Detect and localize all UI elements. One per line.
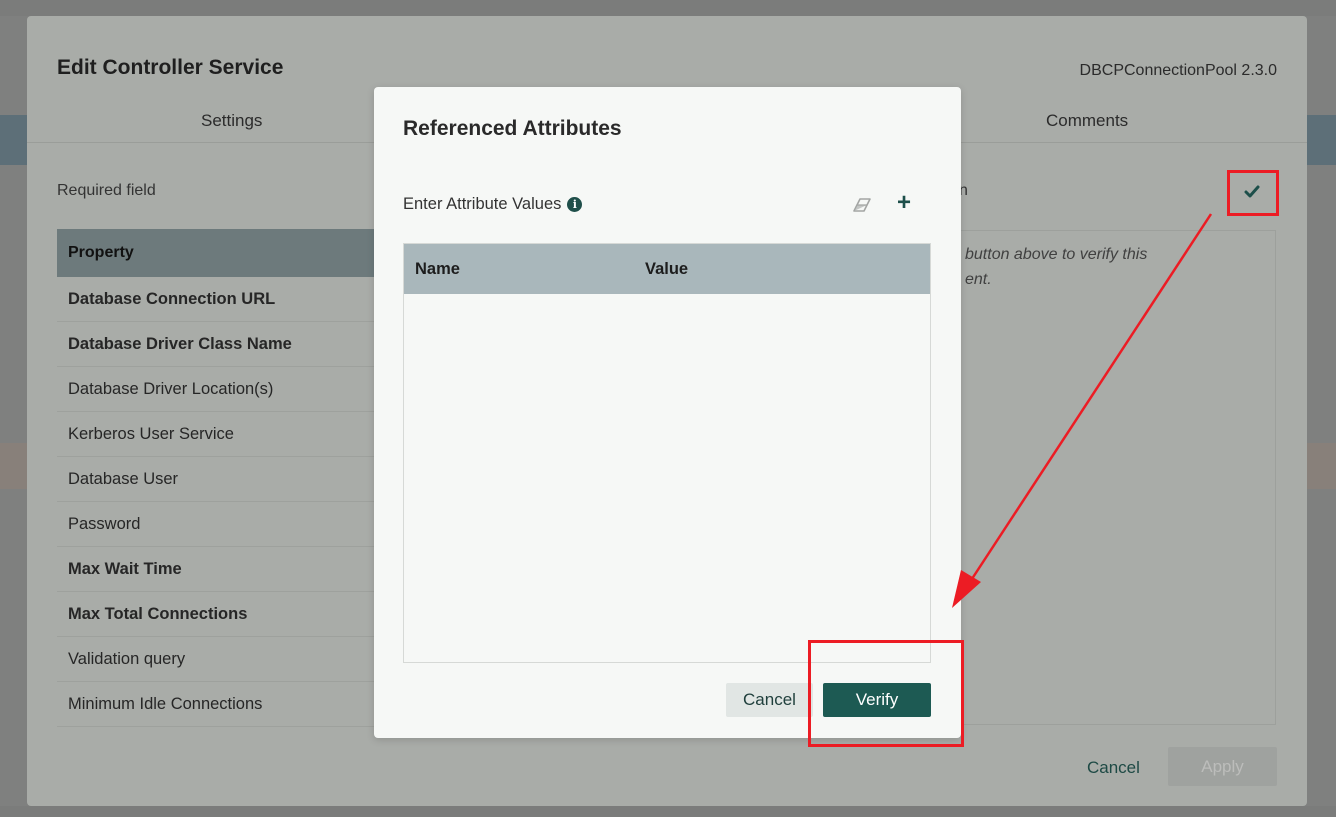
annotation-arrow (952, 213, 1213, 608)
